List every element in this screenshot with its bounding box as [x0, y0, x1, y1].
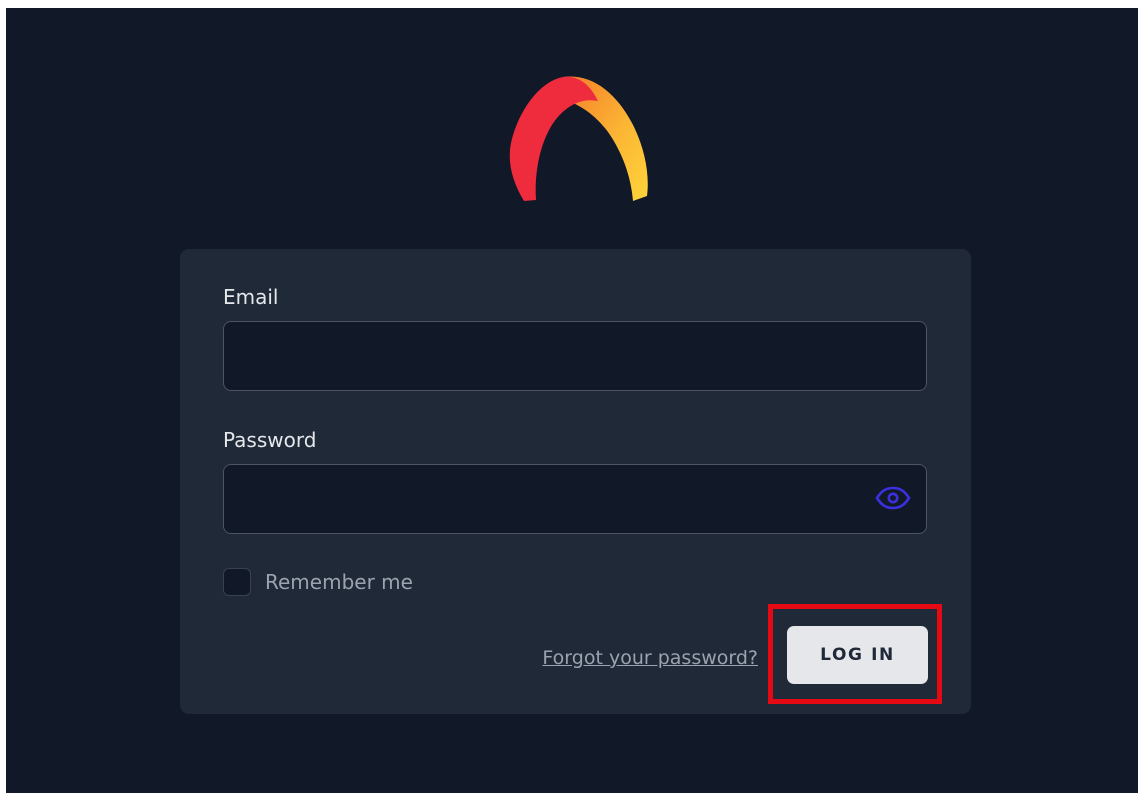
remember-me-label: Remember me: [265, 570, 413, 594]
eye-icon: [875, 486, 911, 510]
login-card: Email Password Remember me Forgot your p…: [180, 249, 971, 714]
show-password-button[interactable]: [874, 481, 912, 515]
forgot-password-link[interactable]: Forgot your password?: [542, 647, 758, 669]
login-page: Email Password Remember me Forgot your p…: [6, 8, 1138, 793]
ember-arc-logo-icon: [509, 76, 648, 201]
password-input[interactable]: [223, 464, 927, 534]
email-label: Email: [223, 285, 279, 309]
remember-me-toggle[interactable]: Remember me: [223, 568, 413, 596]
password-label: Password: [223, 428, 317, 452]
email-input[interactable]: [223, 321, 927, 391]
remember-me-checkbox[interactable]: [223, 568, 251, 596]
login-button[interactable]: LOG IN: [787, 626, 928, 684]
